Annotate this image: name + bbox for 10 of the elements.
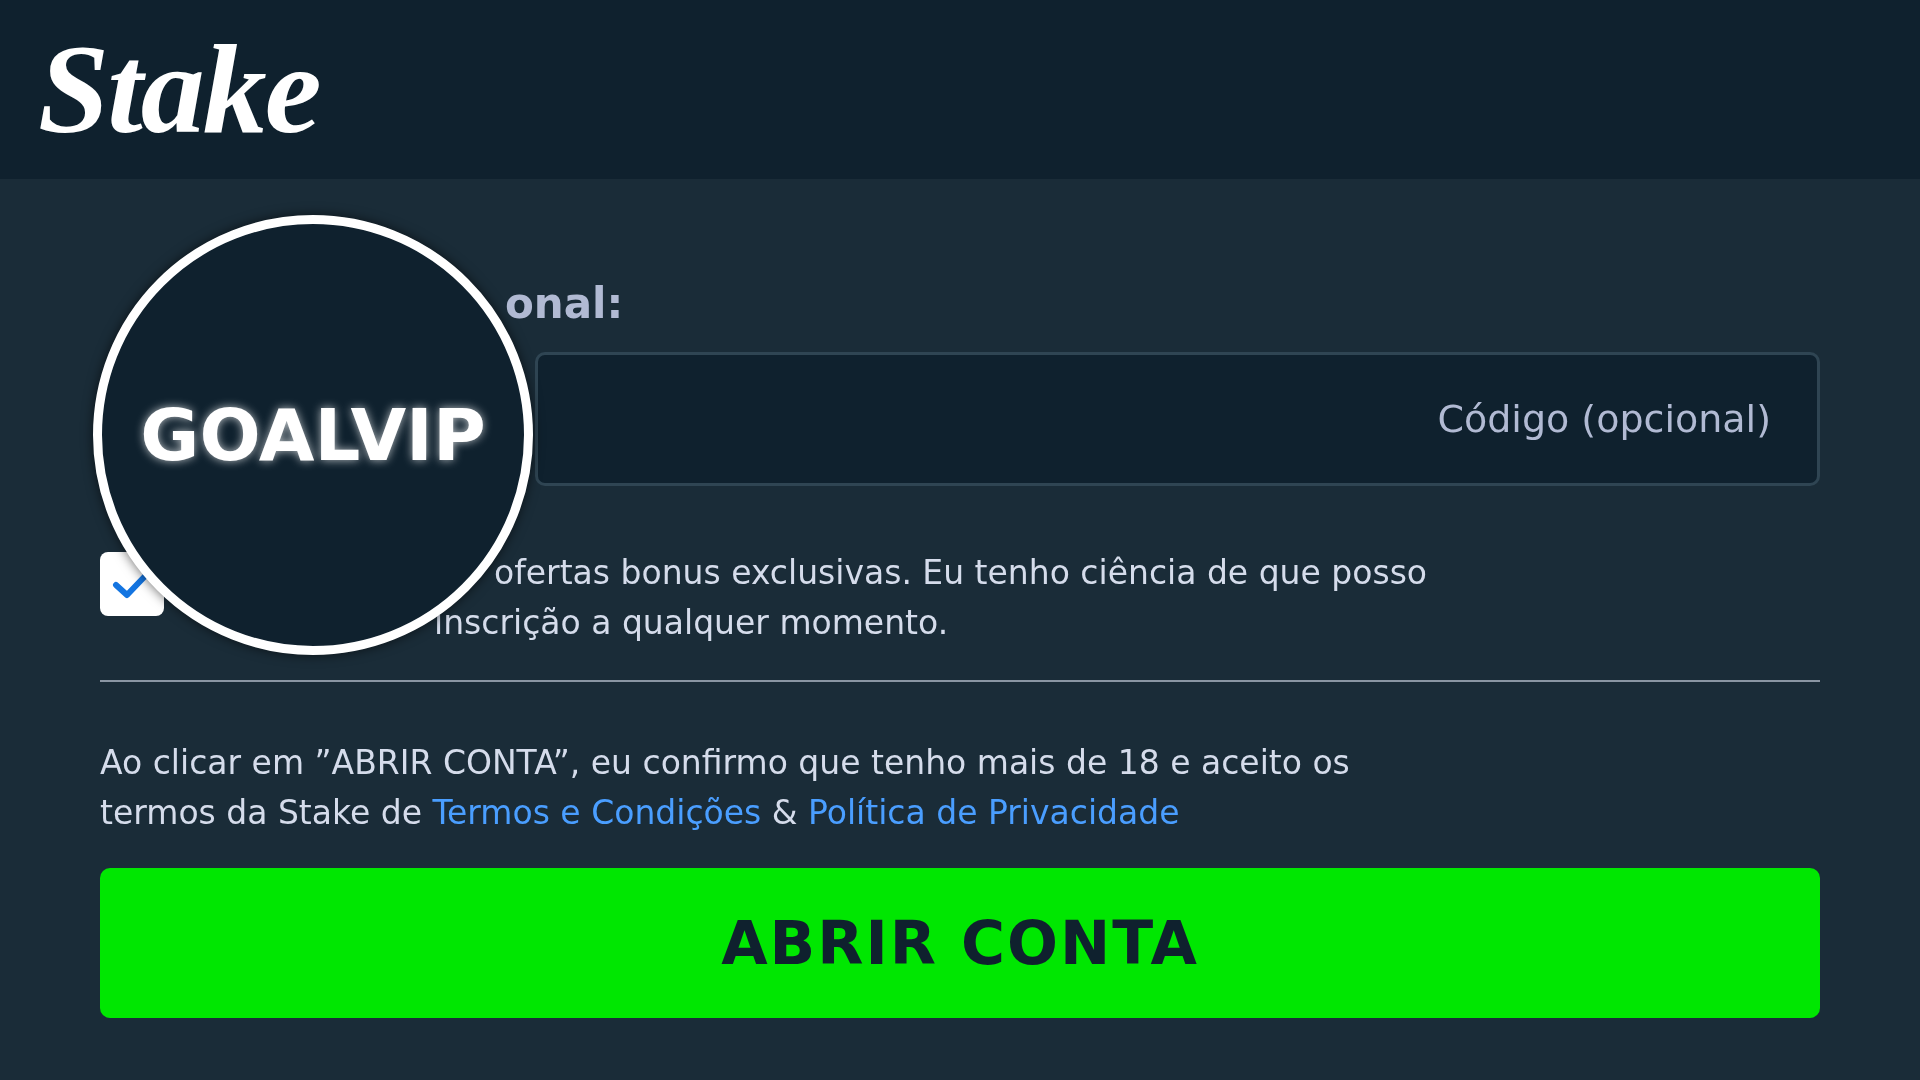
terms-link[interactable]: Termos e Condições [432,793,762,832]
logo: Stake [38,17,320,162]
field-label: onal: [505,279,624,328]
promo-code-field[interactable]: Código (opcional) [535,352,1820,486]
privacy-link[interactable]: Política de Privacidade [808,793,1180,832]
terms-text: Ao clicar em ”ABRIR CONTA”, eu confirmo que tenho mais de 18 e aceito os termos da Stake de Termos e Condições & Política de Privacidade [100,742,1351,834]
checkbox-label: inscrição a qualquer momento. [434,602,949,644]
magnified-code: GOALVIP [140,393,486,477]
open-account-button[interactable]: ABRIR CONTA [100,868,1820,1018]
checkbox-label: ofertas bonus exclusivas. Eu tenho ciência de que posso [494,552,1428,594]
